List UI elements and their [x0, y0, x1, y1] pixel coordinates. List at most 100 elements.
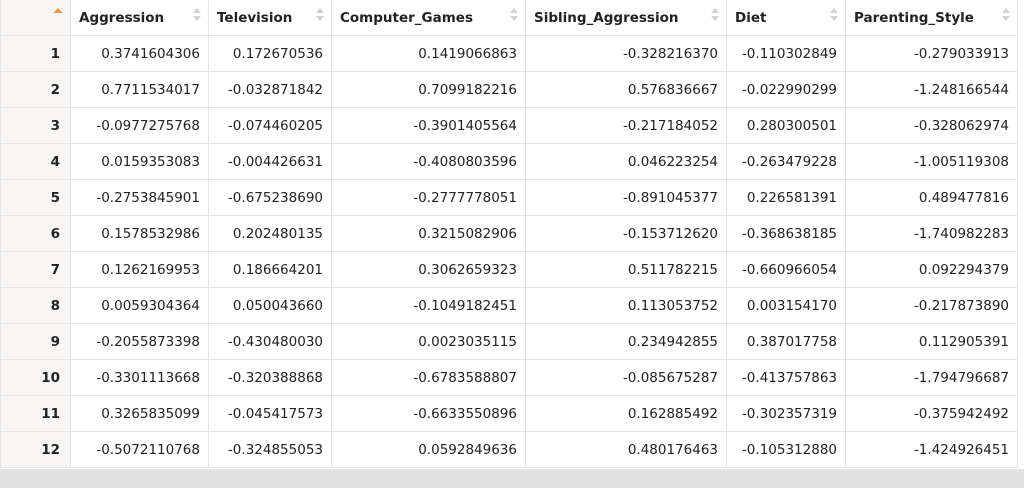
table-row: 2 0.7711534017 -0.032871842 0.7099182216 0.5… [0, 71, 1018, 108]
table-row: 12 -0.5072110768 -0.324855053 0.0592849636 0… [0, 431, 1018, 468]
table-row: 4 0.0159353083 -0.004426631 -0.4080803596 0.… [0, 143, 1018, 180]
table-cell: -0.263479228 [726, 143, 846, 180]
table-cell: 0.3215082906 [331, 215, 526, 252]
table-cell: -1.005119308 [845, 143, 1018, 180]
column-label: Computer_Games [340, 9, 473, 26]
table-row: 1 0.3741604306 0.172670536 0.1419066863 -0.3… [0, 35, 1018, 72]
row-number: 5 [0, 179, 71, 216]
table-cell: 0.234942855 [525, 323, 727, 360]
table-cell: 0.0059304364 [70, 287, 209, 324]
table-cell: -0.004426631 [208, 143, 332, 180]
column-label: Sibling_Aggression [534, 9, 679, 26]
column-header-sibling-aggression[interactable]: Sibling_Aggression [525, 0, 727, 36]
table-cell: 0.226581391 [726, 179, 846, 216]
table-cell: -0.110302849 [726, 35, 846, 72]
row-number: 1 [0, 35, 71, 72]
sort-icon[interactable] [193, 6, 201, 24]
table-cell: 0.113053752 [525, 287, 727, 324]
row-index-header[interactable] [0, 0, 71, 36]
table-cell: 0.0023035115 [331, 323, 526, 360]
table-cell: 0.387017758 [726, 323, 846, 360]
column-header-diet[interactable]: Diet [726, 0, 846, 36]
table-cell: -0.6633550896 [331, 395, 526, 432]
row-number: 10 [0, 359, 71, 396]
row-number: 3 [0, 107, 71, 144]
table-cell: 0.7711534017 [70, 71, 209, 108]
table-cell: -0.153712620 [525, 215, 727, 252]
table-cell: -0.217184052 [525, 107, 727, 144]
table-cell: 0.280300501 [726, 107, 846, 144]
table-cell: 0.3741604306 [70, 35, 209, 72]
table-cell: -1.424926451 [845, 431, 1018, 468]
table-cell: 0.172670536 [208, 35, 332, 72]
table-cell: -0.074460205 [208, 107, 332, 144]
data-viewer-table: Aggression Television Computer_Games Sib… [0, 0, 1018, 468]
table-row: 10 -0.3301113668 -0.320388868 -0.6783588807… [0, 359, 1018, 396]
horizontal-scrollbar[interactable] [0, 469, 1024, 488]
table-cell: 0.003154170 [726, 287, 846, 324]
sort-icon[interactable] [1002, 6, 1010, 24]
table-cell: -0.328062974 [845, 107, 1018, 144]
table-cell: 0.112905391 [845, 323, 1018, 360]
table-cell: -0.324855053 [208, 431, 332, 468]
table-cell: -0.2753845901 [70, 179, 209, 216]
column-label: Aggression [79, 9, 165, 26]
table-row: 5 -0.2753845901 -0.675238690 -0.2777778051-… [0, 179, 1018, 216]
table-cell: 0.1419066863 [331, 35, 526, 72]
row-number: 11 [0, 395, 71, 432]
table-cell: -0.217873890 [845, 287, 1018, 324]
table-cell: 0.0592849636 [331, 431, 526, 468]
row-number: 7 [0, 251, 71, 288]
table-cell: -0.085675287 [525, 359, 727, 396]
table-cell: -0.022990299 [726, 71, 846, 108]
column-header-television[interactable]: Television [208, 0, 332, 36]
sort-icon[interactable] [316, 6, 324, 24]
table-cell: -0.2055873398 [70, 323, 209, 360]
column-label: Diet [735, 9, 767, 26]
column-header-parenting-style[interactable]: Parenting_Style [845, 0, 1018, 36]
sort-icon[interactable] [830, 6, 838, 24]
table-cell: -0.675238690 [208, 179, 332, 216]
table-cell: 0.1262169953 [70, 251, 209, 288]
table-cell: -0.660966054 [726, 251, 846, 288]
table-cell: -0.5072110768 [70, 431, 209, 468]
table-cell: -1.794796687 [845, 359, 1018, 396]
table-cell: 0.050043660 [208, 287, 332, 324]
table-cell: 0.480176463 [525, 431, 727, 468]
table-cell: 0.576836667 [525, 71, 727, 108]
sort-icon[interactable] [510, 6, 518, 24]
table-cell: -1.248166544 [845, 71, 1018, 108]
table-row: 9 -0.2055873398 -0.430480030 0.0023035115 0.… [0, 323, 1018, 360]
table-cell: 0.511782215 [525, 251, 727, 288]
table-cell: -1.740982283 [845, 215, 1018, 252]
table-row: 8 0.0059304364 0.050043660 -0.1049182451 0.1… [0, 287, 1018, 324]
column-header-computer-games[interactable]: Computer_Games [331, 0, 526, 36]
column-label: Television [217, 9, 293, 26]
table-cell: -0.2777778051 [331, 179, 526, 216]
table-cell: -0.279033913 [845, 35, 1018, 72]
table-cell: -0.368638185 [726, 215, 846, 252]
table-row: 6 0.1578532986 0.202480135 0.3215082906 -0.1… [0, 215, 1018, 252]
table-cell: 0.1578532986 [70, 215, 209, 252]
sort-icon[interactable] [711, 6, 719, 24]
table-cell: -0.1049182451 [331, 287, 526, 324]
table-row: 3 -0.0977275768 -0.074460205 -0.3901405564-… [0, 107, 1018, 144]
column-header-aggression[interactable]: Aggression [70, 0, 209, 36]
table-cell: 0.3062659323 [331, 251, 526, 288]
table-row: 11 0.3265835099 -0.045417573 -0.6633550896 0… [0, 395, 1018, 432]
table-cell: 0.3265835099 [70, 395, 209, 432]
table-cell: -0.413757863 [726, 359, 846, 396]
table-cell: -0.105312880 [726, 431, 846, 468]
table-cell: 0.0159353083 [70, 143, 209, 180]
table-cell: 0.7099182216 [331, 71, 526, 108]
table-cell: -0.0977275768 [70, 107, 209, 144]
row-number: 8 [0, 287, 71, 324]
row-number: 6 [0, 215, 71, 252]
sort-ascending-icon [53, 8, 63, 13]
table-cell: -0.302357319 [726, 395, 846, 432]
header-row: Aggression Television Computer_Games Sib… [0, 0, 1018, 36]
table-row: 7 0.1262169953 0.186664201 0.3062659323 0.51… [0, 251, 1018, 288]
row-number: 2 [0, 71, 71, 108]
table-cell: -0.891045377 [525, 179, 727, 216]
table-cell: -0.375942492 [845, 395, 1018, 432]
